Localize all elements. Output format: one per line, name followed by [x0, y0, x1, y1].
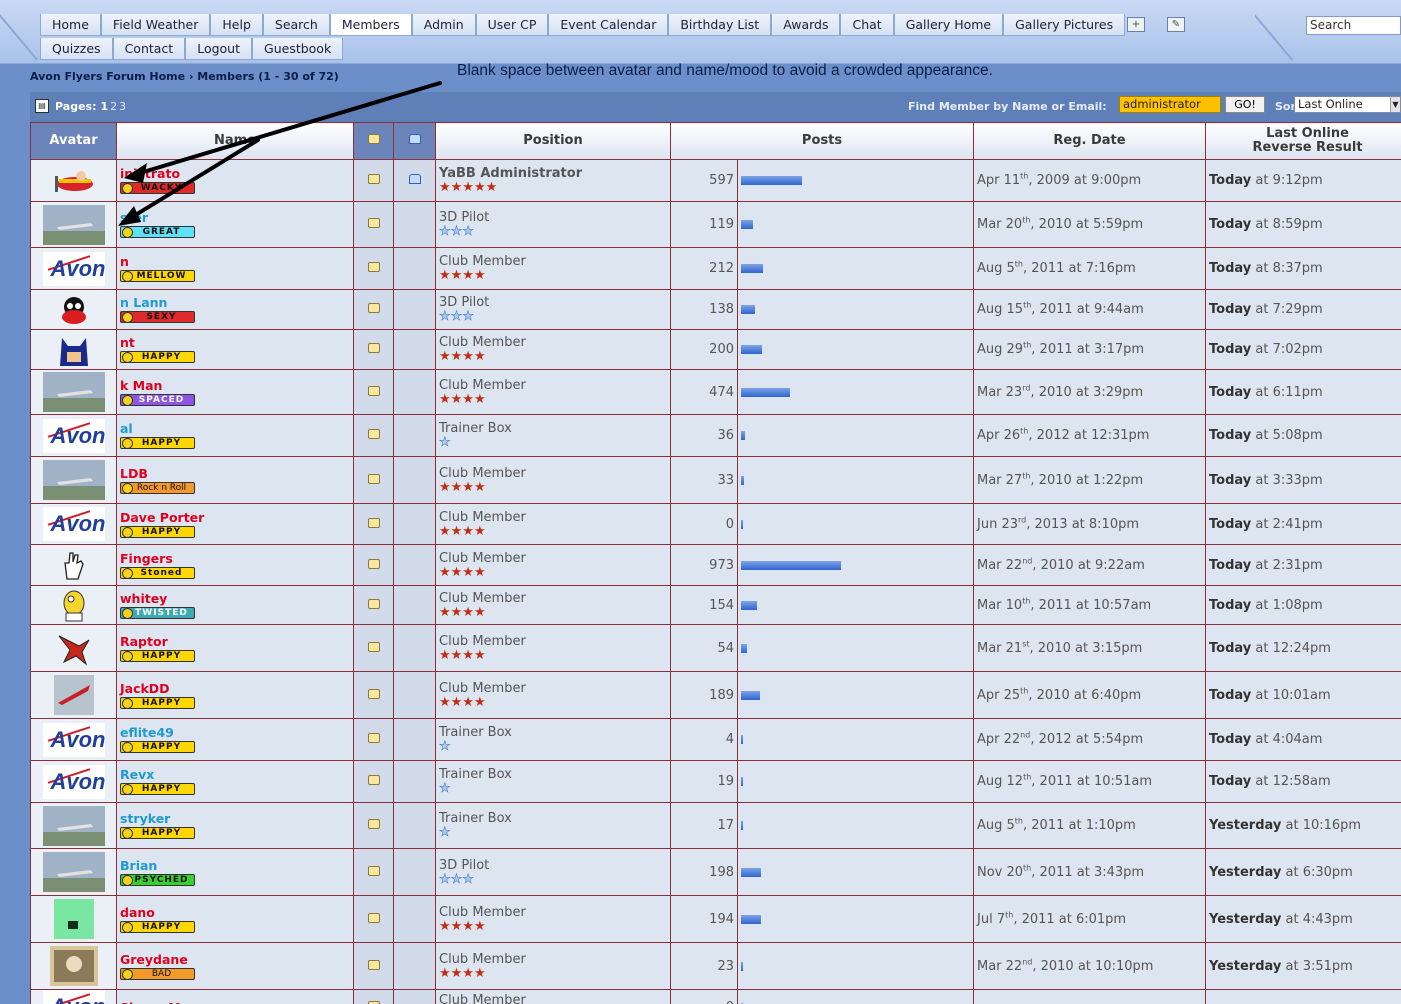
arrow-line — [122, 138, 260, 224]
arrow-line — [128, 81, 442, 178]
arrow-head — [118, 206, 141, 226]
annotation-arrows — [118, 81, 442, 226]
arrow-head — [124, 163, 147, 183]
